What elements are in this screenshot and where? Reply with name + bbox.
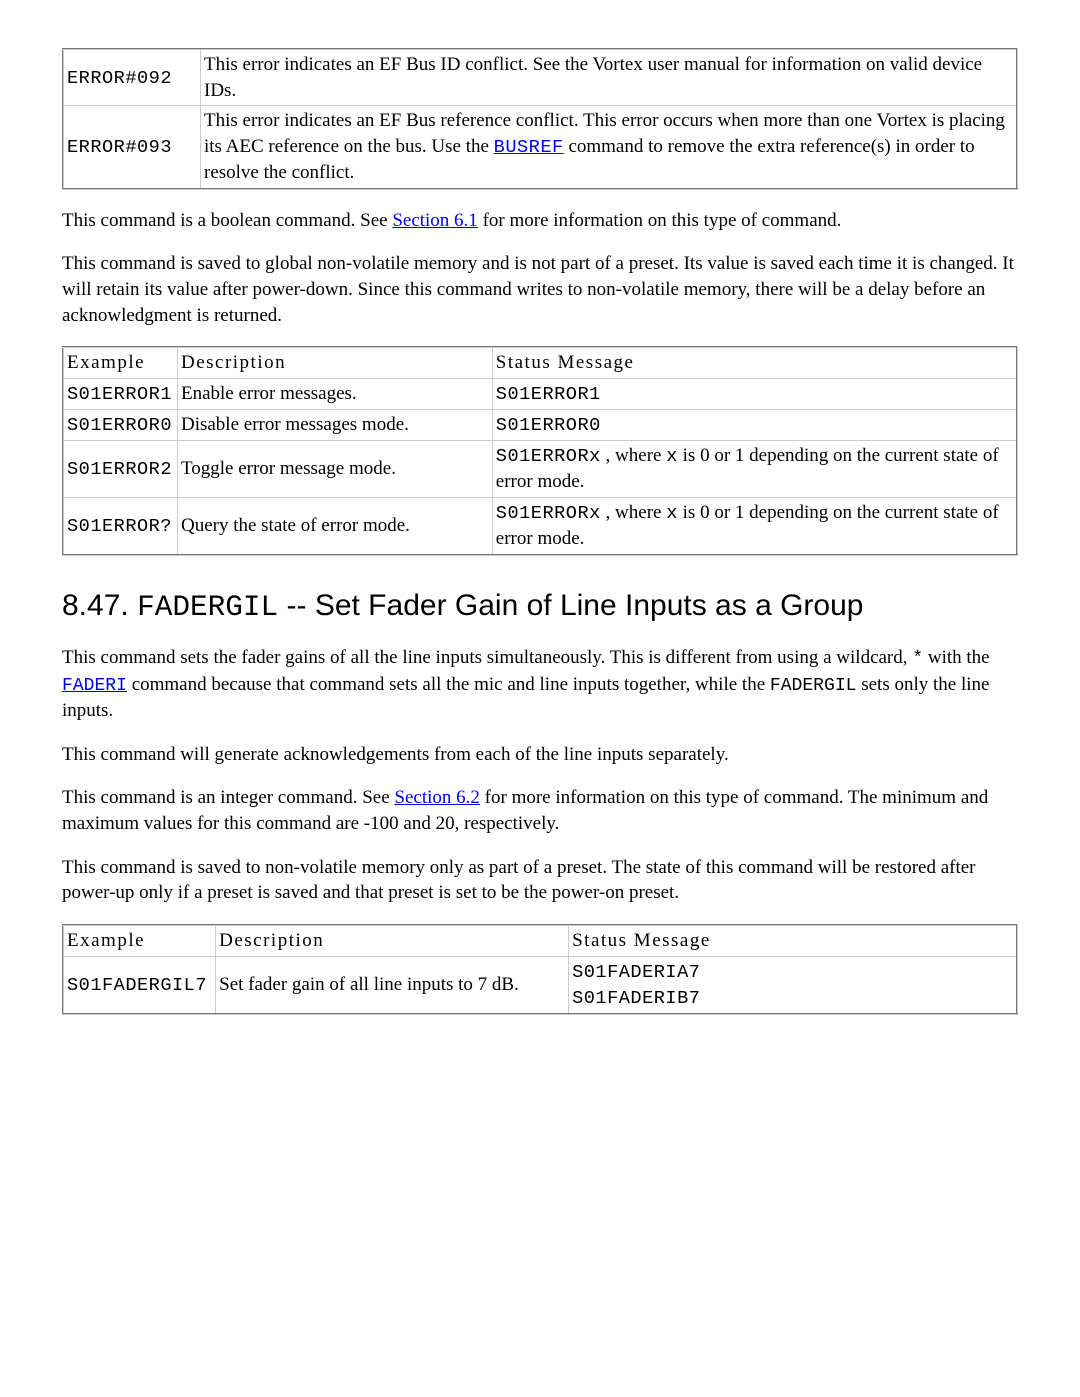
col-status-message: Status Message bbox=[492, 347, 1017, 378]
heading-number: 8.47. bbox=[62, 589, 137, 622]
preset-paragraph: This command is saved to non-volatile me… bbox=[62, 855, 1018, 906]
section-6-1-link[interactable]: Section 6.1 bbox=[392, 210, 478, 231]
example-desc: Disable error messages mode. bbox=[177, 410, 492, 441]
example-cmd: S01ERROR0 bbox=[67, 414, 172, 436]
example-desc: Enable error messages. bbox=[177, 378, 492, 409]
example-desc: Toggle error message mode. bbox=[177, 441, 492, 498]
ack-paragraph: This command will generate acknowledgeme… bbox=[62, 742, 1018, 768]
text: * bbox=[912, 649, 923, 669]
heading-title: -- Set Fader Gain of Line Inputs as a Gr… bbox=[278, 589, 863, 622]
table-row: ERROR#092 This error indicates an EF Bus… bbox=[63, 49, 1017, 106]
boolean-command-paragraph: This command is a boolean command. See S… bbox=[62, 208, 1018, 234]
text: x bbox=[666, 502, 678, 524]
status-line: S01FADERIA7 bbox=[572, 961, 700, 983]
table-row: S01ERROR2 Toggle error message mode. S01… bbox=[63, 441, 1017, 498]
status-msg: S01ERROR1 bbox=[496, 383, 601, 405]
col-description: Description bbox=[216, 925, 569, 956]
text: with the bbox=[923, 647, 990, 668]
text: This command is an integer command. See bbox=[62, 787, 394, 808]
status-msg-cell: S01ERRORx , where x is 0 or 1 depending … bbox=[492, 441, 1017, 498]
table-header-row: Example Description Status Message bbox=[63, 925, 1017, 956]
example-cmd: S01FADERGIL7 bbox=[67, 974, 207, 996]
heading-command: FADERGIL bbox=[137, 591, 278, 624]
text: , where bbox=[601, 445, 666, 466]
table-row: S01ERROR? Query the state of error mode.… bbox=[63, 497, 1017, 554]
table-row: S01ERROR1 Enable error messages. S01ERRO… bbox=[63, 378, 1017, 409]
global-memory-paragraph: This command is saved to global non-vola… bbox=[62, 251, 1018, 328]
text: This command sets the fader gains of all… bbox=[62, 647, 912, 668]
error-examples-table: Example Description Status Message S01ER… bbox=[62, 346, 1018, 555]
text: FADERGIL bbox=[770, 676, 857, 696]
error-desc: This error indicates an EF Bus reference… bbox=[201, 106, 1018, 189]
faderi-link[interactable]: FADERI bbox=[62, 676, 127, 696]
col-example: Example bbox=[63, 925, 216, 956]
section-heading-847: 8.47. FADERGIL -- Set Fader Gain of Line… bbox=[62, 586, 1018, 628]
table-header-row: Example Description Status Message bbox=[63, 347, 1017, 378]
fadergil-examples-table: Example Description Status Message S01FA… bbox=[62, 924, 1018, 1015]
col-status-message: Status Message bbox=[569, 925, 1017, 956]
error-code: ERROR#092 bbox=[67, 67, 172, 89]
errors-table: ERROR#092 This error indicates an EF Bus… bbox=[62, 48, 1018, 190]
status-msg-cell: S01ERRORx , where x is 0 or 1 depending … bbox=[492, 497, 1017, 554]
status-msg: S01ERROR0 bbox=[496, 414, 601, 436]
text: for more information on this type of com… bbox=[478, 210, 842, 231]
text: , where bbox=[601, 502, 666, 523]
example-desc: Set fader gain of all line inputs to 7 d… bbox=[216, 956, 569, 1014]
fadergil-intro-paragraph: This command sets the fader gains of all… bbox=[62, 645, 1018, 723]
text: This command is a boolean command. See bbox=[62, 210, 392, 231]
text: x bbox=[666, 445, 678, 467]
text: S01ERRORx bbox=[496, 445, 601, 467]
col-description: Description bbox=[177, 347, 492, 378]
example-cmd: S01ERROR? bbox=[67, 515, 172, 537]
table-row: S01FADERGIL7 Set fader gain of all line … bbox=[63, 956, 1017, 1014]
busref-link[interactable]: BUSREF bbox=[494, 136, 564, 158]
status-msg-cell: S01FADERIA7 S01FADERIB7 bbox=[569, 956, 1017, 1014]
section-6-2-link[interactable]: Section 6.2 bbox=[394, 787, 480, 808]
error-desc: This error indicates an EF Bus ID confli… bbox=[201, 49, 1018, 106]
integer-command-paragraph: This command is an integer command. See … bbox=[62, 785, 1018, 836]
status-line: S01FADERIB7 bbox=[572, 987, 700, 1009]
example-cmd: S01ERROR2 bbox=[67, 458, 172, 480]
table-row: S01ERROR0 Disable error messages mode. S… bbox=[63, 410, 1017, 441]
example-desc: Query the state of error mode. bbox=[177, 497, 492, 554]
example-cmd: S01ERROR1 bbox=[67, 383, 172, 405]
col-example: Example bbox=[63, 347, 177, 378]
text: S01ERRORx bbox=[496, 502, 601, 524]
error-code: ERROR#093 bbox=[67, 136, 172, 158]
table-row: ERROR#093 This error indicates an EF Bus… bbox=[63, 106, 1017, 189]
text: command because that command sets all th… bbox=[127, 674, 770, 695]
